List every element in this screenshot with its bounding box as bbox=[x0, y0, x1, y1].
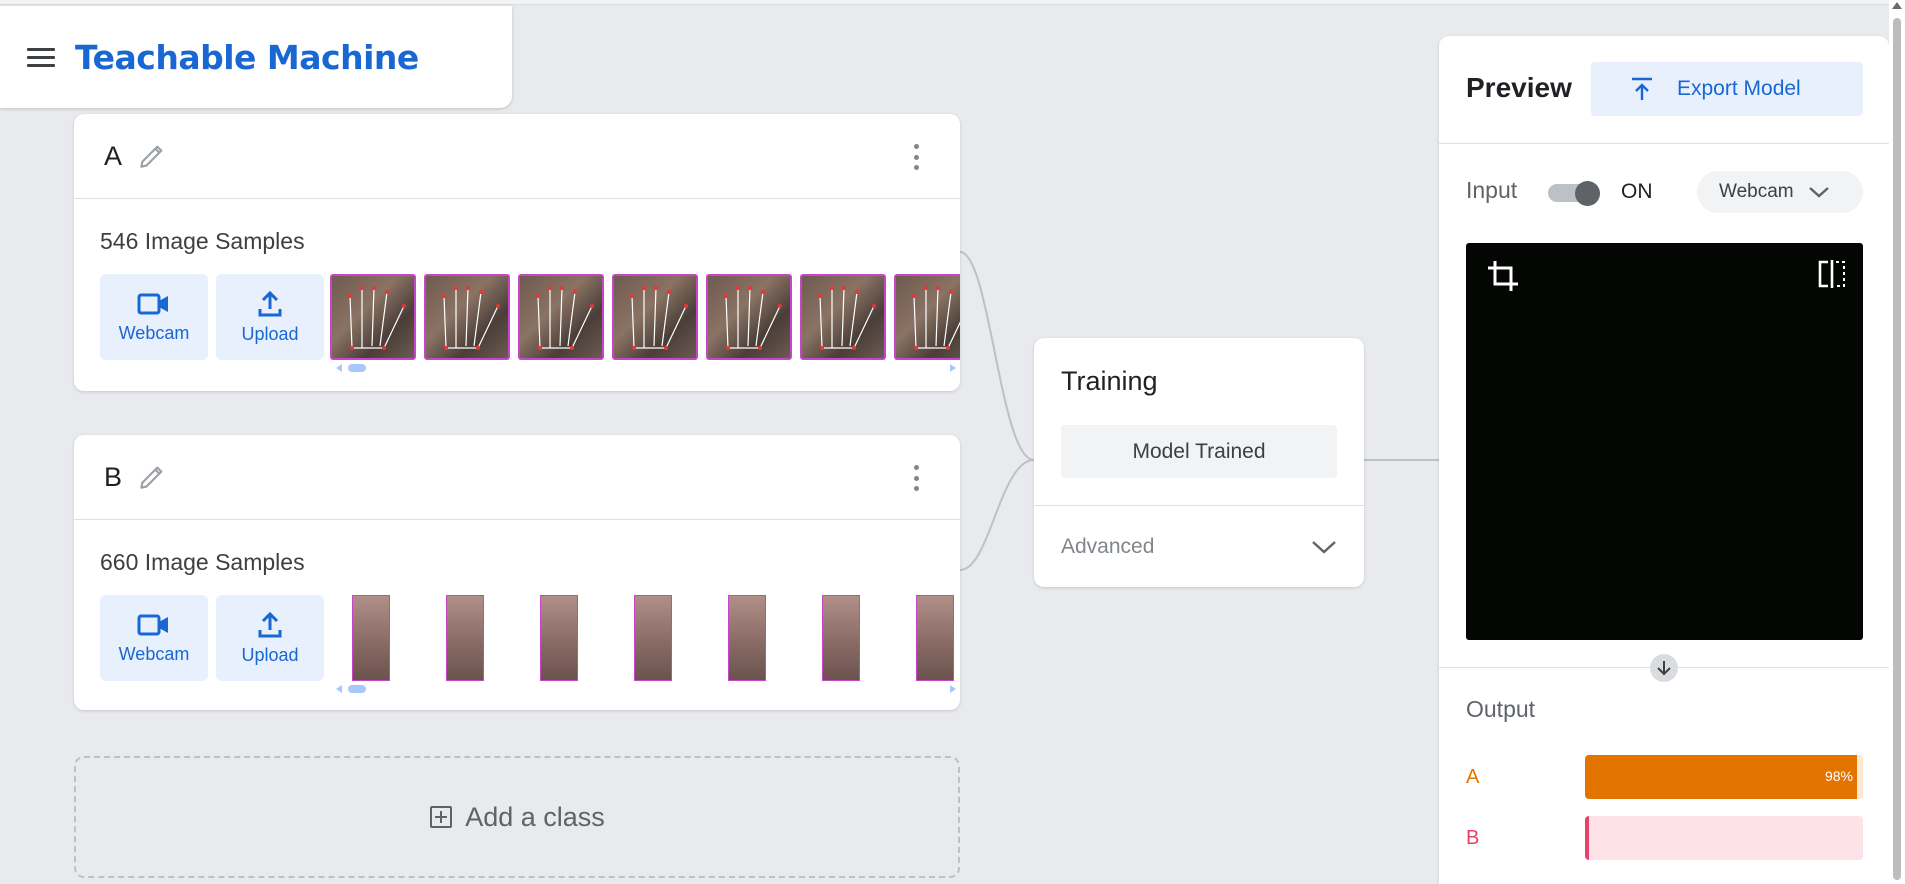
output-row-a: A 98% bbox=[1466, 755, 1863, 799]
input-source-value: Webcam bbox=[1719, 181, 1794, 202]
page-scrollbar[interactable] bbox=[1889, 0, 1905, 884]
export-icon bbox=[1632, 77, 1652, 100]
sample-thumbnail[interactable] bbox=[706, 274, 792, 360]
export-model-label: Export Model bbox=[1677, 77, 1801, 100]
upload-button[interactable]: Upload bbox=[216, 274, 324, 360]
webcam-button[interactable]: Webcam bbox=[100, 595, 208, 681]
preview-title: Preview bbox=[1466, 72, 1572, 103]
more-vert-icon[interactable] bbox=[912, 465, 920, 491]
edit-icon[interactable] bbox=[136, 140, 168, 172]
sample-thumbnail[interactable] bbox=[894, 595, 960, 681]
output-class-name: B bbox=[1466, 826, 1480, 849]
more-vert-icon[interactable] bbox=[912, 144, 920, 170]
sample-thumbnail[interactable] bbox=[518, 595, 604, 681]
class-name[interactable]: B bbox=[104, 462, 122, 493]
sample-thumbnails[interactable] bbox=[330, 274, 960, 360]
advanced-toggle[interactable]: Advanced bbox=[1061, 535, 1337, 559]
chevron-down-icon bbox=[1808, 187, 1829, 198]
sample-thumbnail[interactable] bbox=[330, 274, 416, 360]
class-card-b: B 660 Image Samples Webcam Upload bbox=[74, 435, 960, 710]
class-card-a: A 546 Image Samples Webcam Upload bbox=[74, 114, 960, 391]
webcam-button-label: Webcam bbox=[118, 322, 190, 343]
add-box-icon bbox=[430, 806, 453, 828]
sample-thumbnail[interactable] bbox=[800, 274, 886, 360]
browser-top-edge bbox=[0, 0, 1905, 5]
output-class-name: A bbox=[1466, 765, 1480, 788]
app-header: Teachable Machine bbox=[0, 6, 512, 108]
webcam-button-label: Webcam bbox=[118, 643, 190, 664]
input-label: Input bbox=[1466, 177, 1518, 203]
confidence-bar bbox=[1585, 816, 1863, 860]
sample-count: 660 Image Samples bbox=[100, 549, 305, 575]
upload-button[interactable]: Upload bbox=[216, 595, 324, 681]
train-model-button[interactable]: Model Trained bbox=[1061, 425, 1337, 478]
preview-panel: Preview Export Model Input ON Webcam Out… bbox=[1439, 36, 1889, 884]
class-card-header: B bbox=[74, 435, 960, 520]
sample-thumbnail[interactable] bbox=[612, 274, 698, 360]
sample-count: 546 Image Samples bbox=[100, 228, 305, 254]
thumbnail-scrollbar[interactable] bbox=[336, 363, 956, 373]
sample-thumbnail[interactable] bbox=[330, 595, 416, 681]
class-name[interactable]: A bbox=[104, 141, 122, 172]
sample-thumbnail[interactable] bbox=[424, 595, 510, 681]
sample-thumbnail[interactable] bbox=[518, 274, 604, 360]
sample-thumbnail[interactable] bbox=[706, 595, 792, 681]
arrow-down-icon[interactable] bbox=[1650, 654, 1678, 682]
app-title[interactable]: Teachable Machine bbox=[75, 38, 419, 77]
sample-thumbnails[interactable] bbox=[330, 595, 960, 681]
confidence-percent: 98% bbox=[1824, 768, 1853, 784]
webcam-preview bbox=[1466, 243, 1863, 640]
sample-thumbnail[interactable] bbox=[424, 274, 510, 360]
sample-thumbnail[interactable] bbox=[800, 595, 886, 681]
menu-icon[interactable] bbox=[27, 41, 59, 73]
edit-icon[interactable] bbox=[136, 461, 168, 493]
chevron-down-icon bbox=[1312, 541, 1336, 554]
thumbnail-scrollbar[interactable] bbox=[336, 684, 956, 694]
videocam-icon bbox=[137, 614, 168, 635]
upload-button-label: Upload bbox=[241, 323, 299, 344]
flip-icon[interactable] bbox=[1817, 259, 1847, 289]
add-class-button[interactable]: Add a class bbox=[74, 756, 960, 878]
sample-thumbnail[interactable] bbox=[612, 595, 698, 681]
upload-icon bbox=[258, 290, 282, 316]
training-title: Training bbox=[1061, 366, 1158, 396]
advanced-label: Advanced bbox=[1061, 535, 1155, 558]
output-row-b: B bbox=[1466, 816, 1863, 860]
upload-icon bbox=[258, 611, 282, 637]
export-model-button[interactable]: Export Model bbox=[1591, 62, 1863, 116]
class-card-header: A bbox=[74, 114, 960, 199]
webcam-button[interactable]: Webcam bbox=[100, 274, 208, 360]
crop-icon[interactable] bbox=[1486, 259, 1520, 293]
input-state-label: ON bbox=[1621, 180, 1653, 203]
upload-button-label: Upload bbox=[241, 644, 299, 665]
divider bbox=[1439, 143, 1889, 144]
training-panel: Training Model Trained Advanced bbox=[1034, 338, 1364, 587]
confidence-fill bbox=[1585, 816, 1590, 860]
divider bbox=[1034, 505, 1364, 506]
input-toggle[interactable] bbox=[1548, 181, 1602, 206]
confidence-bar: 98% bbox=[1585, 755, 1863, 799]
input-source-select[interactable]: Webcam bbox=[1697, 171, 1863, 213]
sample-thumbnail[interactable] bbox=[894, 274, 960, 360]
confidence-fill bbox=[1585, 755, 1858, 799]
add-class-label: Add a class bbox=[465, 801, 605, 832]
videocam-icon bbox=[137, 293, 168, 314]
output-label: Output bbox=[1466, 696, 1536, 722]
